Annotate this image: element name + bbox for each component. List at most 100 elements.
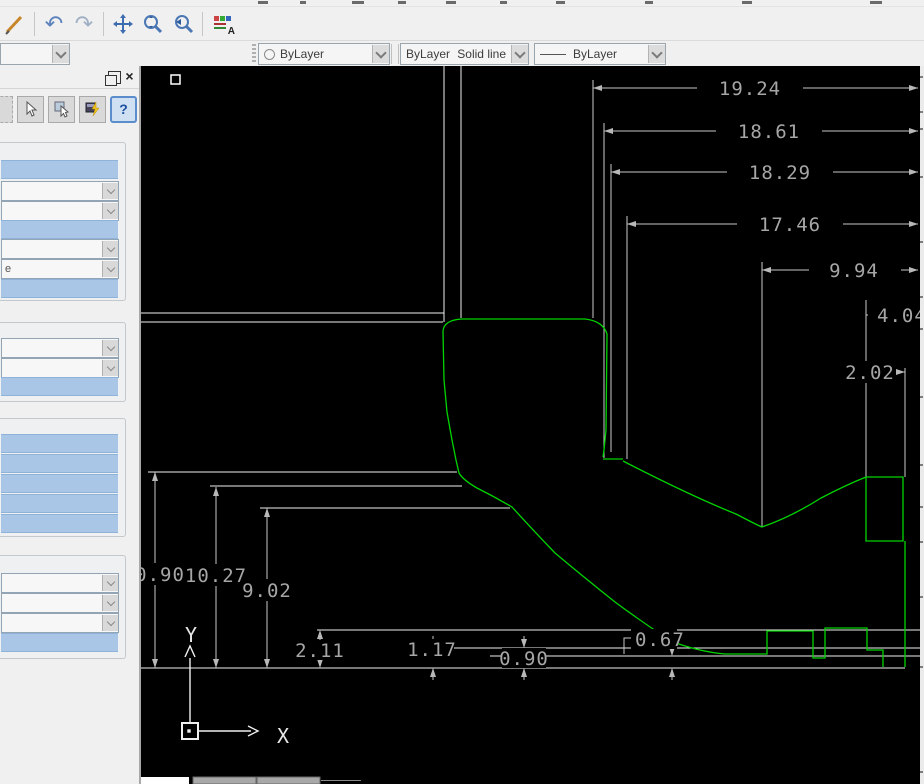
dim-label: 4.04 <box>877 305 920 327</box>
help-icon[interactable]: ? <box>110 95 137 123</box>
palette-group-2 <box>0 322 126 402</box>
pencil-icon[interactable] <box>2 11 28 37</box>
selected-row[interactable] <box>1 474 118 493</box>
cursor-icon[interactable] <box>17 95 44 123</box>
chevron-down-icon[interactable] <box>102 615 118 631</box>
dim-label: 10.27 <box>185 565 247 587</box>
close-icon[interactable]: × <box>123 68 136 84</box>
chevron-down-icon[interactable] <box>511 45 528 63</box>
selected-row[interactable] <box>1 494 118 513</box>
selection-rect-icon[interactable] <box>0 95 13 123</box>
pickbox-cursor[interactable] <box>170 74 181 85</box>
menu-fragment <box>645 1 653 4</box>
linetype-combo[interactable]: ByLayer Solid line <box>400 43 529 65</box>
palette-combo[interactable] <box>1 181 119 201</box>
dim-label: 0.67 <box>635 629 685 651</box>
lineweight-combo-value: ByLayer <box>535 47 648 61</box>
standard-toolbar: ↶ ↷ A <box>0 7 924 40</box>
toolbar-separator <box>202 11 203 36</box>
dim-label: 19.24 <box>719 78 781 100</box>
palette-combo[interactable] <box>1 613 119 633</box>
chevron-down-icon[interactable] <box>102 261 118 277</box>
ucs-x-label: X <box>277 724 289 748</box>
dim-label: 0.90 <box>499 648 549 670</box>
chevron-down-icon[interactable] <box>648 45 665 63</box>
right-edge-panel-clipped <box>920 66 924 784</box>
menubar-clipped <box>0 0 924 7</box>
menu-fragment <box>556 1 565 4</box>
dim-label: 2.11 <box>295 640 345 662</box>
pan-icon[interactable] <box>110 11 136 37</box>
menu-fragment <box>300 1 306 4</box>
toolbar-separator <box>34 11 35 36</box>
zoom-realtime-icon[interactable] <box>140 11 166 37</box>
lineweight-sample-icon <box>540 53 566 55</box>
palette-combo[interactable]: e <box>1 259 119 279</box>
menu-fragment <box>446 1 456 4</box>
dim-label: 9.94 <box>829 260 879 282</box>
extension-lines <box>592 80 906 527</box>
palette-group-4 <box>0 555 126 659</box>
dim-label: 18.29 <box>749 162 811 184</box>
dim-label: 2.02 <box>845 362 895 384</box>
tool-palette: × ? e <box>0 66 141 784</box>
dim-label: 17.46 <box>759 214 821 236</box>
selected-row[interactable] <box>1 454 118 473</box>
chevron-down-icon[interactable] <box>52 45 69 63</box>
selected-row[interactable] <box>1 279 118 298</box>
color-combo[interactable]: ByLayer <box>258 43 390 65</box>
text-style-icon[interactable]: A <box>209 11 235 37</box>
palette-group-1: e <box>0 142 126 301</box>
palette-combo[interactable] <box>1 593 119 613</box>
palette-combo[interactable] <box>1 358 119 378</box>
palette-combo-text: e <box>5 263 12 275</box>
green-entities <box>442 318 906 667</box>
drawing-viewport: 19.24 18.61 18.29 17.46 9.94 4.04 2.02 0… <box>135 66 924 784</box>
dim-label: 9.02 <box>242 580 292 602</box>
chevron-down-icon[interactable] <box>102 360 118 376</box>
selected-row[interactable] <box>1 633 118 652</box>
drawing-canvas[interactable]: 19.24 18.61 18.29 17.46 9.94 4.04 2.02 0… <box>135 66 924 784</box>
select-object-icon[interactable] <box>48 95 75 123</box>
text-style-icon-label: A <box>227 25 235 37</box>
selected-row[interactable] <box>1 514 118 533</box>
selected-row[interactable] <box>1 160 118 179</box>
chevron-down-icon[interactable] <box>102 575 118 591</box>
ucs-icon <box>181 644 260 740</box>
layer-combo[interactable] <box>0 43 70 65</box>
undo-icon[interactable]: ↶ <box>41 11 67 37</box>
palette-toolbar: ? <box>0 92 139 126</box>
layout-tabs-clipped[interactable] <box>141 776 361 784</box>
restore-window-icon[interactable] <box>105 71 121 86</box>
palette-combo[interactable] <box>1 338 119 358</box>
zoom-previous-icon[interactable] <box>170 11 196 37</box>
chevron-down-icon[interactable] <box>372 45 389 63</box>
palette-titlebar[interactable]: × <box>0 66 139 89</box>
chevron-down-icon[interactable] <box>102 340 118 356</box>
chevron-down-icon[interactable] <box>102 595 118 611</box>
menu-fragment <box>398 1 406 4</box>
toolbar-separator <box>103 11 104 36</box>
menu-fragment <box>742 1 752 4</box>
toolbar-drag-handle[interactable] <box>252 44 256 64</box>
ucs-y-label: Y <box>185 623 197 647</box>
lineweight-combo[interactable]: ByLayer <box>534 43 666 65</box>
selected-row[interactable] <box>1 434 118 453</box>
chevron-down-icon[interactable] <box>102 183 118 199</box>
geometry-lines <box>141 66 920 669</box>
quick-calc-icon[interactable] <box>79 95 106 123</box>
selected-row[interactable] <box>1 377 118 396</box>
chevron-down-icon[interactable] <box>102 241 118 257</box>
cad-application-window: ↶ ↷ A ByLayer ByLayer Solid line ByLayer… <box>0 0 924 784</box>
selected-row[interactable] <box>1 220 118 239</box>
chevron-down-icon[interactable] <box>102 203 118 219</box>
palette-combo[interactable] <box>1 239 119 259</box>
palette-combo[interactable] <box>1 201 119 221</box>
palette-combo[interactable] <box>1 573 119 593</box>
linetype-combo-value: ByLayer Solid line <box>406 47 506 61</box>
color-combo-value: ByLayer <box>259 47 372 61</box>
color-swatch-icon <box>264 48 275 60</box>
dim-label: 18.61 <box>738 121 800 143</box>
redo-icon[interactable]: ↷ <box>71 11 97 37</box>
palette-group-3 <box>0 418 126 537</box>
